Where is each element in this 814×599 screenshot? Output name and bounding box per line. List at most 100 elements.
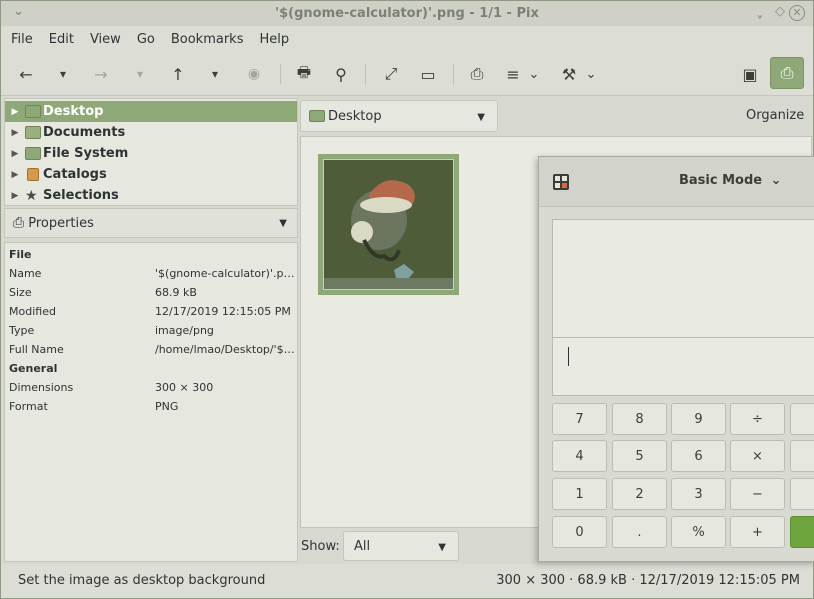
key-partial[interactable] [790,403,814,435]
key-3[interactable]: 3 [671,478,726,510]
close-icon[interactable]: ✕ [789,5,805,21]
key-4[interactable]: 4 [552,440,607,472]
properties-panel: File Name '$(gnome-calculator)'.png Size 6… [4,242,298,562]
location-value: Desktop [328,108,382,124]
key-partial[interactable] [790,440,814,472]
folder-icon [25,147,41,160]
browser-view-toggle[interactable]: ⎙ [770,57,804,89]
print-icon[interactable]: 🖶 [293,61,315,87]
menubar: File Edit View Go Bookmarks Help [1,26,813,52]
maximize-icon[interactable]: ◇ [775,4,785,19]
key-0[interactable]: 0 [552,516,607,548]
property-key: General [9,362,58,375]
tree-item-selections[interactable]: ▶ ★ Selections [5,185,297,206]
window-menu-icon[interactable]: ⌄ [13,4,24,19]
mode-menu-button[interactable]: Basic Mode ⌄ [679,173,782,188]
property-row: File [5,245,297,264]
menu-dropdown-icon[interactable]: ⌄ [525,61,543,87]
property-key: File [9,248,32,261]
key-2[interactable]: 2 [612,478,667,510]
calculator-header: Basic Mode ⌄ [539,157,814,207]
status-message: Set the image as desktop background [18,573,266,588]
key-8[interactable]: 8 [612,403,667,435]
minimize-icon[interactable]: ˬ [757,4,764,19]
chevron-down-icon: ▼ [438,542,446,553]
up-button[interactable]: ↑ [167,61,189,87]
calculator-app-icon [553,174,569,190]
property-key: Format [9,400,48,413]
key-decimal[interactable]: . [612,516,667,548]
key-add[interactable]: + [730,516,785,548]
property-row: Dimensions 300 × 300 [5,378,297,397]
fullscreen-icon[interactable]: ⤢ [380,61,402,87]
key-divide[interactable]: ÷ [730,403,785,435]
tree-item-label: Documents [43,125,126,140]
menu-help[interactable]: Help [259,32,289,47]
window-title: '$(gnome-calculator)'.png - 1/1 - Pix [275,6,539,21]
key-multiply[interactable]: × [730,440,785,472]
toolbar-separator [365,64,366,84]
thumbnail-selected[interactable] [318,154,459,295]
property-key: Full Name [9,343,64,356]
menu-file[interactable]: File [11,32,33,47]
tree-item-documents[interactable]: ▶ Documents [5,122,297,143]
forward-button[interactable]: → [90,61,112,87]
property-key: Modified [9,305,56,318]
key-6[interactable]: 6 [671,440,726,472]
slideshow-icon[interactable]: ▭ [417,61,439,87]
expand-arrow-icon[interactable]: ▶ [5,128,25,138]
property-key: Name [9,267,42,280]
filter-combo[interactable]: All ▼ [343,531,459,561]
title-bar: ⌄ '$(gnome-calculator)'.png - 1/1 - Pix … [1,1,813,26]
key-9[interactable]: 9 [671,403,726,435]
location-combo[interactable]: Desktop ▼ [300,100,498,132]
tree-item-desktop[interactable]: ▶ Desktop [5,101,297,122]
key-1[interactable]: 1 [552,478,607,510]
property-value: PNG [155,400,179,413]
expand-arrow-icon[interactable]: ▶ [5,191,25,201]
toolbar-separator [453,64,454,84]
menu-bookmarks[interactable]: Bookmarks [171,32,244,47]
image-view-icon[interactable]: ▣ [739,61,761,87]
tree-item-file-system[interactable]: ▶ File System [5,143,297,164]
back-button[interactable]: ← [15,61,37,87]
back-history-dropdown-icon[interactable]: ▾ [54,61,72,87]
property-row: Name '$(gnome-calculator)'.png [5,264,297,283]
menu-icon[interactable]: ≡ [503,61,523,87]
up-dropdown-icon[interactable]: ▾ [206,61,224,87]
expand-arrow-icon[interactable]: ▶ [5,107,25,117]
stop-icon[interactable]: ◉ [243,61,265,87]
key-partial[interactable] [790,478,814,510]
menu-edit[interactable]: Edit [49,32,74,47]
menu-view[interactable]: View [90,32,121,47]
image-thumbnail [323,159,454,290]
chevron-down-icon: ⌄ [770,173,782,188]
calculator-display[interactable] [552,219,814,396]
mode-label: Basic Mode [679,173,763,188]
santa-hat-image-icon [324,160,453,289]
properties-selector[interactable]: ⎙ Properties ▼ [4,208,298,238]
tree-item-catalogs[interactable]: ▶ Catalogs [5,164,297,185]
toolbar: ← ▾ → ▾ ↑ ▾ ◉ 🖶 ⚲ ⤢ ▭ ⎙ ≡ ⌄ ⚒ ⌄ ▣ ⎙ [1,52,813,96]
search-icon[interactable]: ⚲ [330,61,352,87]
expand-arrow-icon[interactable]: ▶ [5,170,25,180]
key-subtract[interactable]: − [730,478,785,510]
toolbar-separator [280,64,281,84]
statusbar: Set the image as desktop background 300 … [1,564,813,598]
forward-history-dropdown-icon[interactable]: ▾ [131,61,149,87]
key-7[interactable]: 7 [552,403,607,435]
tools-dropdown-icon[interactable]: ⌄ [582,61,600,87]
key-equals[interactable] [790,516,814,548]
tools-icon[interactable]: ⚒ [559,61,579,87]
expand-arrow-icon[interactable]: ▶ [5,149,25,159]
property-key: Size [9,286,32,299]
tree-item-label: Desktop [43,104,104,119]
documents-folder-icon [25,126,41,139]
menu-go[interactable]: Go [137,32,155,47]
organize-button[interactable]: Organize [746,108,804,123]
key-5[interactable]: 5 [612,440,667,472]
properties-icon[interactable]: ⎙ [466,61,488,87]
property-row: Format PNG [5,397,297,416]
property-value: image/png [155,324,214,337]
key-percent[interactable]: % [671,516,726,548]
